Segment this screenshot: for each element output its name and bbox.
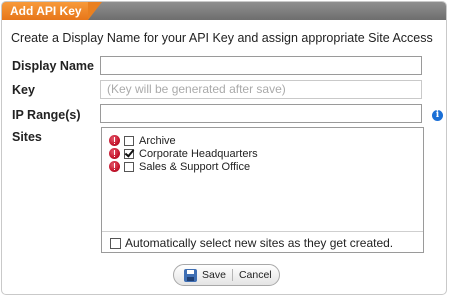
site-item-sales-support-office[interactable]: Sales & Support Office [109, 160, 250, 173]
dialog-title: Add API Key [2, 2, 88, 20]
alert-icon [109, 135, 120, 146]
save-label: Save [202, 269, 226, 281]
site-checkbox[interactable] [124, 148, 134, 159]
add-api-key-dialog: Add API Key Create a Display Name for yo… [1, 1, 447, 295]
title-tab-slope [88, 2, 102, 20]
key-field: (Key will be generated after save) [100, 80, 422, 99]
site-item-corporate-headquarters[interactable]: Corporate Headquarters [109, 147, 258, 160]
site-checkbox[interactable] [124, 161, 134, 172]
auto-select-option[interactable]: Automatically select new sites as they g… [110, 236, 393, 250]
auto-select-label: Automatically select new sites as they g… [125, 236, 394, 250]
site-item-archive[interactable]: Archive [109, 134, 176, 147]
floppy-disk-icon [184, 268, 197, 282]
sites-list: Archive Corporate Headquarters Sales & S… [101, 127, 424, 253]
auto-select-checkbox[interactable] [110, 237, 121, 249]
ip-ranges-input[interactable] [100, 104, 422, 123]
ip-ranges-label: IP Range(s) [12, 108, 81, 122]
cancel-button[interactable]: Cancel [239, 269, 272, 281]
save-button[interactable]: Save [174, 265, 226, 285]
key-label: Key [12, 83, 35, 97]
alert-icon [109, 161, 120, 172]
display-name-input[interactable] [100, 56, 422, 75]
alert-icon [109, 148, 120, 159]
site-name: Corporate Headquarters [139, 147, 258, 160]
button-separator [231, 269, 233, 281]
divider [102, 231, 423, 232]
action-buttons: Save Cancel [173, 264, 280, 286]
intro-text: Create a Display Name for your API Key a… [11, 31, 433, 45]
info-icon[interactable]: i [432, 110, 443, 121]
site-name: Sales & Support Office [139, 160, 251, 173]
site-checkbox[interactable] [124, 135, 134, 146]
display-name-label: Display Name [12, 59, 94, 73]
sites-label: Sites [12, 130, 42, 144]
site-name: Archive [139, 134, 176, 147]
